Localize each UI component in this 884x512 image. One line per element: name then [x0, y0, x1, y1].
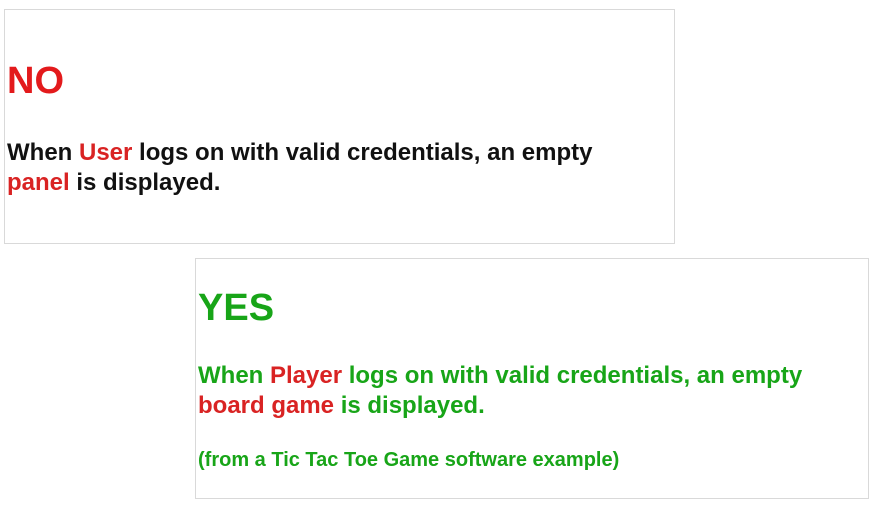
no-statement: When User logs on with valid credentials… [7, 138, 592, 198]
yes-line2-after: is displayed. [334, 392, 485, 419]
no-line2-after: is displayed. [69, 169, 221, 196]
no-heading: NO [7, 60, 64, 102]
yes-line2-term: board game [198, 392, 335, 419]
yes-statement: When Player logs on with valid credentia… [198, 361, 802, 421]
no-line1-term: User [79, 139, 133, 166]
no-line1-after: logs on with valid credentials, an empty [132, 139, 593, 166]
yes-example-card: YES When Player logs on with valid crede… [195, 258, 869, 499]
no-line2-term: panel [7, 169, 70, 196]
yes-heading: YES [198, 287, 275, 329]
yes-line1-term: Player [270, 362, 343, 389]
yes-source-note: (from a Tic Tac Toe Game software exampl… [198, 449, 620, 471]
no-line1-before: When [7, 139, 79, 166]
yes-line1-before: When [198, 362, 270, 389]
yes-line1-after: logs on with valid credentials, an empty [342, 362, 803, 389]
no-example-card: NO When User logs on with valid credenti… [4, 9, 675, 244]
